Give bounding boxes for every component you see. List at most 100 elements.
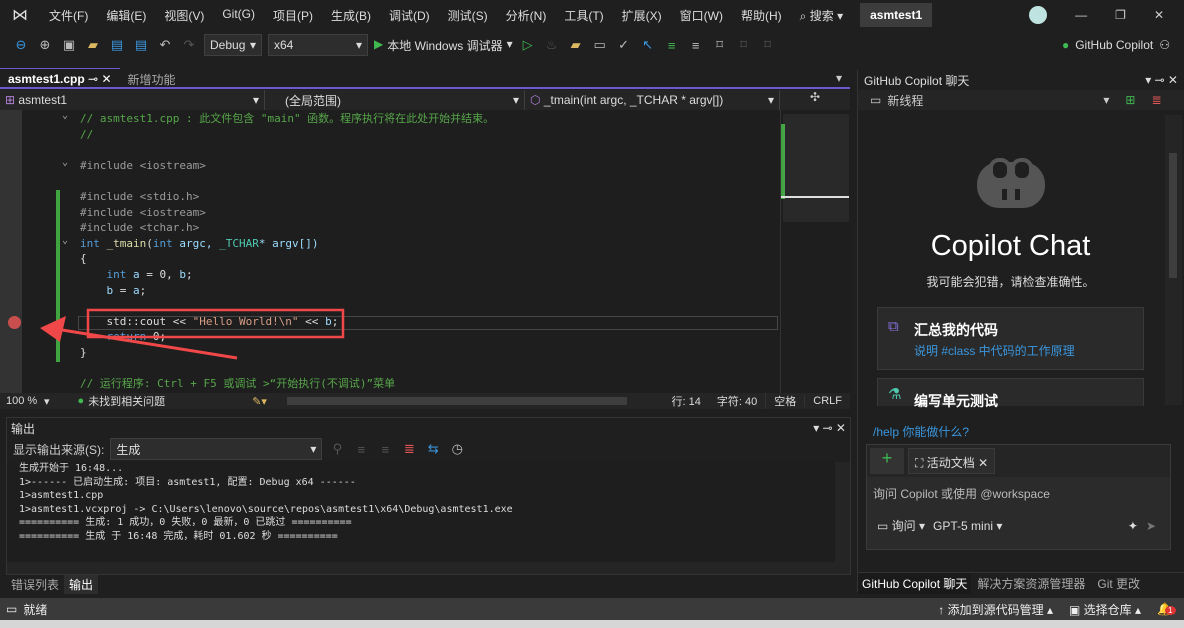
remove-context-icon[interactable]: ✕ [978,456,988,470]
send-icon[interactable]: ➤ [1146,519,1170,533]
menu-item[interactable]: 扩展(X) [613,7,671,24]
tools-icon[interactable]: ✦ [1128,519,1138,533]
suggestion-write-tests[interactable]: ⚗ 编写单元测试 [877,378,1144,409]
start-debug-button[interactable]: ▶ 本地 Windows 调试器 ▾ [374,37,513,54]
output-hscrollbar[interactable] [7,562,835,574]
menu-item[interactable]: 编辑(E) [97,7,155,24]
start-without-debug-icon[interactable]: ▷ [519,37,537,53]
thread-dropdown-icon[interactable]: ▾ [1103,93,1109,107]
fold-icon[interactable]: ⌄ [62,157,68,168]
comment-icon[interactable]: ≡ [663,38,681,53]
tab-output[interactable]: 输出 [64,575,99,594]
window-layout-icon[interactable]: ▭ [591,37,609,53]
back-icon[interactable]: ⊖ [12,37,30,53]
help-link[interactable]: /help 你能做什么? [873,423,969,440]
output-source-select[interactable]: 生成 ▾ [110,438,323,460]
close-tab-icon[interactable]: ✕ [101,72,111,86]
minimap-scrollbar[interactable] [780,110,850,393]
save-icon[interactable]: ▤ [108,37,126,53]
tab-asmtest1-cpp[interactable]: asmtest1.cpp ⊸ ✕ [0,68,120,87]
model-select[interactable]: GPT-5 mini ▾ [933,519,1002,533]
horizontal-scrollbar[interactable] [286,397,627,405]
breakpoint-icon[interactable] [8,316,21,329]
menu-item[interactable]: 调试(D) [380,7,439,24]
tab-git-changes[interactable]: Git 更改 [1091,573,1146,594]
prev-message-icon[interactable]: ≡ [352,442,370,457]
redo-icon[interactable]: ↷ [180,37,198,53]
scope-select[interactable]: (全局范围) ▾ [265,90,525,110]
zoom-level[interactable]: 100 % [0,395,44,407]
whitespace-mode[interactable]: 空格 [765,393,804,409]
new-thread-icon[interactable]: ⊞ [1125,93,1135,107]
avatar[interactable] [1029,6,1048,24]
next-message-icon[interactable]: ≡ [376,442,394,457]
mode-select[interactable]: ▭ 询问 ▾ [877,517,925,534]
chat-scrollbar[interactable] [1165,115,1182,405]
uncomment-icon[interactable]: ≡ [687,38,705,53]
pointer-icon[interactable]: ↖ [639,37,657,53]
timestamp-icon[interactable]: ◷ [448,441,466,457]
forward-icon[interactable]: ⊕ [36,37,54,53]
close-icon[interactable]: ✕ [1154,8,1164,22]
menu-item[interactable]: 工具(T) [555,7,612,24]
config-select[interactable]: Debug ▾ [204,34,262,56]
bookmark-icon[interactable]: ⌑ [711,37,729,53]
menu-item[interactable]: 测试(S) [439,7,497,24]
search-button[interactable]: ⌕ 搜索 ▾ [791,7,852,24]
breakpoint-gutter[interactable] [0,110,22,393]
menu-item[interactable]: 文件(F) [40,7,97,24]
find-in-files-icon[interactable]: ▰ [567,37,585,53]
member-select[interactable]: ⬡ _tmain(int argc, _TCHAR * argv[]) ▾ [525,90,780,110]
code-editor[interactable]: // asmtest1.cpp : 此文件包含 "main" 函数。程序执行将在… [22,110,780,393]
menu-item[interactable]: 生成(B) [322,7,380,24]
undo-icon[interactable]: ↶ [156,37,174,53]
hot-reload-icon[interactable]: ♨ [543,37,561,53]
thread-select[interactable]: 新线程 [887,92,1097,109]
panel-controls[interactable]: ▾ ⊸ ✕ [1145,73,1178,87]
bookmark-next-icon[interactable]: ⌑ [759,37,777,53]
spellcheck-icon[interactable]: ✓ [615,37,633,53]
line-ending[interactable]: CRLF [804,395,850,407]
github-copilot-button[interactable]: ● GitHub Copilot ⚇ [1062,38,1184,52]
output-vscrollbar[interactable] [835,462,850,574]
bookmark-prev-icon[interactable]: ⌑ [735,37,753,53]
clear-thread-icon[interactable]: ≣ [1151,93,1161,107]
menu-item[interactable]: 项目(P) [264,7,322,24]
notifications-icon[interactable]: 🔔1 [1157,602,1176,616]
suggestion-summarize-code[interactable]: ⧉ 汇总我的代码 说明 #class 中代码的工作原理 [877,307,1144,370]
tab-copilot-chat[interactable]: GitHub Copilot 聊天 [858,573,972,594]
add-context-button[interactable]: + [870,448,904,474]
tab-error-list[interactable]: 错误列表 [6,575,64,594]
menu-item[interactable]: Git(G) [213,7,264,24]
cleanup-icon[interactable]: ✎▾ [252,395,267,408]
clear-all-icon[interactable]: ≣ [400,441,418,457]
tab-new-features[interactable]: 新增功能 [120,68,184,87]
menu-item[interactable]: 帮助(H) [732,7,791,24]
select-repo-button[interactable]: ▣ 选择仓库 ▴ [1069,601,1141,618]
minimize-icon[interactable]: — [1075,8,1087,22]
active-document-chip[interactable]: ⛶ 活动文档 ✕ [908,448,996,474]
chat-input[interactable]: 询问 Copilot 或使用 @workspace [867,477,1170,517]
open-folder-icon[interactable]: ▰ [84,37,102,53]
output-text[interactable]: 生成开始于 16:48... 1>------ 已启动生成: 项目: asmtes… [7,462,835,562]
split-icon[interactable]: ✣ [780,90,850,110]
menu-item[interactable]: 视图(V) [155,7,213,24]
tab-list-icon[interactable]: ▾ [828,68,850,87]
pin-icon[interactable]: ⊸ [88,72,98,86]
goto-location-icon[interactable]: ⚲ [328,441,346,457]
new-project-icon[interactable]: ▣ [60,37,78,53]
issues-status[interactable]: 未找到相关问题 [88,393,238,409]
project-select[interactable]: ⊞ asmtest1 ▾ [0,90,265,110]
zoom-dropdown-icon[interactable]: ▾ [44,395,50,408]
fold-icon[interactable]: ⌄ [62,235,68,246]
fold-icon[interactable]: ⌄ [62,110,68,121]
restore-icon[interactable]: ❐ [1115,8,1126,22]
tab-solution-explorer[interactable]: 解决方案资源管理器 [971,573,1091,594]
add-source-control-button[interactable]: ↑ 添加到源代码管理 ▴ [938,601,1053,618]
save-all-icon[interactable]: ▤ [132,37,150,53]
word-wrap-icon[interactable]: ⇆ [424,441,442,457]
panel-controls[interactable]: ▾ ⊸ ✕ [813,421,846,435]
menu-item[interactable]: 分析(N) [497,7,556,24]
platform-select[interactable]: x64 ▾ [268,34,368,56]
menu-item[interactable]: 窗口(W) [671,7,732,24]
